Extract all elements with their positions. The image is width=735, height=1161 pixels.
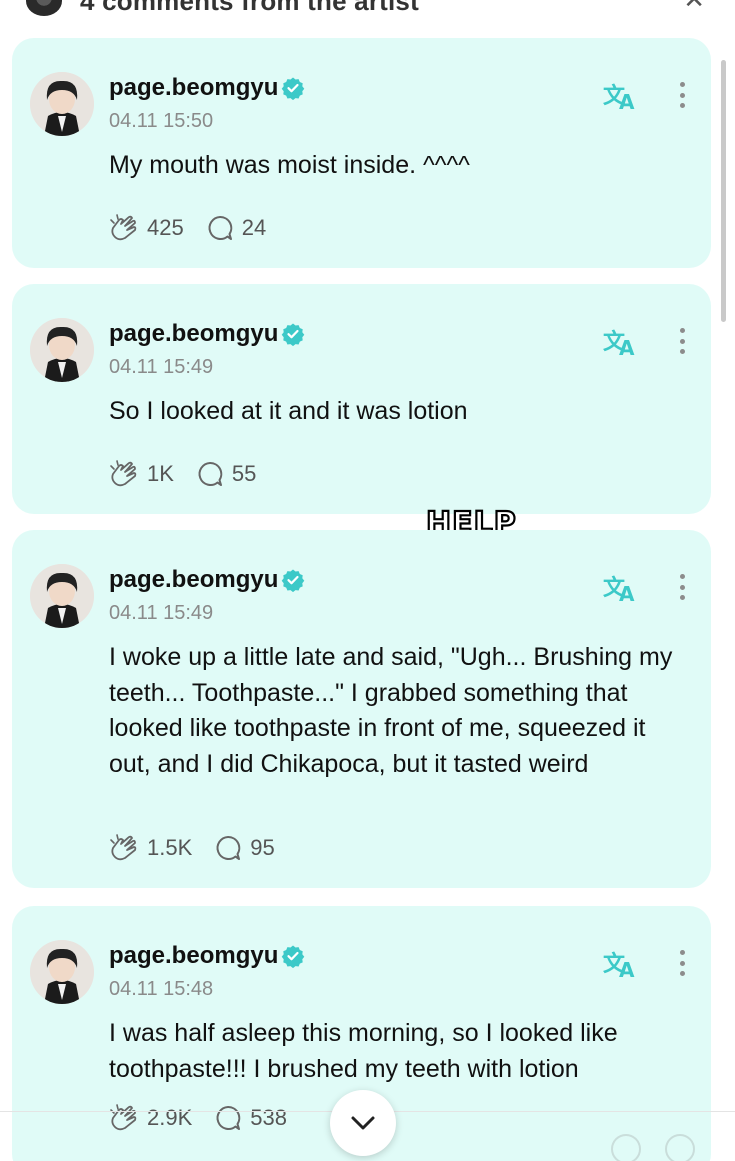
comment-card: page.beomgyu 04.11 15:49 文A I woke up a …: [12, 530, 711, 888]
more-vertical-icon[interactable]: [675, 946, 689, 980]
avatar[interactable]: [30, 72, 94, 136]
cheer-button[interactable]: 1K: [109, 460, 174, 488]
verified-badge-icon: [282, 323, 305, 346]
artist-mini-avatar: [26, 0, 62, 16]
avatar[interactable]: [30, 564, 94, 628]
translate-icon[interactable]: 文A: [603, 570, 639, 604]
comment-bubble-icon: [216, 835, 241, 860]
comment-card: page.beomgyu 04.11 15:50 文A My mouth was…: [12, 38, 711, 268]
cheer-hand-icon: [110, 214, 137, 241]
comment-count: 538: [250, 1105, 287, 1130]
comment-text: I was half asleep this morning, so I loo…: [109, 1019, 618, 1083]
post-date: 04.11 15:49: [109, 356, 214, 378]
comment-count: 24: [241, 215, 267, 240]
svg-text:A: A: [619, 582, 635, 604]
comment-bubble-icon: [208, 215, 232, 240]
cheer-button[interactable]: 2.9K: [109, 1104, 192, 1132]
close-icon[interactable]: ✕: [683, 0, 705, 15]
comment-count: 95: [250, 835, 275, 860]
comment-stats: 1.5K 95: [109, 834, 297, 862]
like-count: 2.9K: [147, 1105, 193, 1130]
scrollbar[interactable]: [721, 60, 726, 322]
username[interactable]: page.beomgyu: [109, 320, 305, 348]
comment-button[interactable]: 538: [214, 1104, 287, 1132]
top-bar: 4 comments from the artist ✕: [0, 0, 735, 16]
translate-icon[interactable]: 文A: [603, 78, 639, 112]
username[interactable]: page.beomgyu: [109, 566, 305, 594]
cheer-button[interactable]: 425: [109, 214, 184, 242]
comment-text: My mouth was moist inside. ^^^^: [109, 151, 470, 179]
comment-bubble-icon: [198, 461, 223, 486]
faded-bottom-icons: [611, 1134, 695, 1161]
comment-card: page.beomgyu 04.11 15:49 文A So I looked …: [12, 284, 711, 514]
like-count: 1K: [147, 461, 174, 486]
cheer-hand-icon: [110, 460, 137, 487]
username[interactable]: page.beomgyu: [109, 74, 305, 102]
more-vertical-icon[interactable]: [675, 78, 689, 112]
comment-button[interactable]: 24: [206, 214, 266, 242]
avatar[interactable]: [30, 940, 94, 1004]
more-vertical-icon[interactable]: [675, 570, 689, 604]
cheer-hand-icon: [110, 1104, 137, 1131]
comment-button[interactable]: 95: [214, 834, 275, 862]
comment-text: So I looked at it and it was lotion: [109, 397, 468, 425]
post-date: 04.11 15:48: [109, 978, 214, 1000]
avatar[interactable]: [30, 318, 94, 382]
comments-header-title: 4 comments from the artist: [80, 0, 419, 16]
translate-icon[interactable]: 文A: [603, 946, 639, 980]
scroll-down-button[interactable]: [330, 1090, 396, 1156]
svg-text:A: A: [619, 90, 635, 112]
comment-button[interactable]: 55: [196, 460, 256, 488]
cheer-hand-icon: [110, 834, 137, 861]
post-date: 04.11 15:49: [109, 602, 214, 624]
comment-text: I woke up a little late and said, "Ugh..…: [109, 643, 673, 778]
post-date: 04.11 15:50: [109, 110, 214, 132]
username[interactable]: page.beomgyu: [109, 942, 305, 970]
comment-stats: 2.9K 538: [109, 1104, 309, 1132]
more-vertical-icon[interactable]: [675, 324, 689, 358]
comment-bubble-icon: [216, 1105, 241, 1130]
verified-badge-icon: [282, 569, 305, 592]
comment-stats: 1K 55: [109, 460, 278, 488]
chevron-down-icon: [351, 1116, 375, 1130]
comment-stats: 425 24: [109, 214, 288, 242]
translate-icon[interactable]: 文A: [603, 324, 639, 358]
verified-badge-icon: [282, 945, 305, 968]
comment-count: 55: [231, 461, 257, 486]
verified-badge-icon: [282, 77, 305, 100]
like-count: 425: [147, 215, 184, 240]
like-count: 1.5K: [147, 835, 193, 860]
svg-text:A: A: [619, 336, 635, 358]
cheer-button[interactable]: 1.5K: [109, 834, 192, 862]
svg-text:A: A: [619, 958, 635, 980]
